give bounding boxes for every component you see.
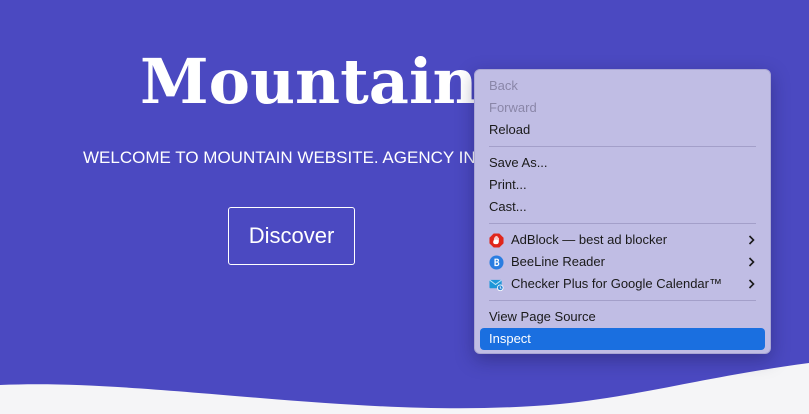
- menu-item-checker-plus[interactable]: Checker Plus for Google Calendar™: [480, 273, 765, 295]
- chevron-right-icon: [748, 251, 755, 273]
- hero-title: Mountain: [140, 45, 478, 118]
- menu-separator: [489, 146, 756, 147]
- chevron-right-icon: [748, 229, 755, 251]
- context-menu: Back Forward Reload Save As... Print... …: [474, 69, 771, 354]
- menu-item-print[interactable]: Print...: [480, 174, 765, 196]
- menu-item-forward-label: Forward: [489, 100, 537, 115]
- menu-item-inspect[interactable]: Inspect: [480, 328, 765, 350]
- calendar-envelope-icon: [489, 279, 504, 291]
- menu-item-checker-plus-label: Checker Plus for Google Calendar™: [511, 276, 722, 291]
- hero-subtitle: WELCOME TO MOUNTAIN WEBSITE. AGENCY IN B…: [83, 148, 516, 167]
- menu-item-save-as-label: Save As...: [489, 155, 548, 170]
- menu-item-adblock[interactable]: AdBlock — best ad blocker: [480, 229, 765, 251]
- menu-item-back[interactable]: Back: [480, 75, 765, 97]
- menu-item-cast-label: Cast...: [489, 199, 527, 214]
- chevron-right-icon: [748, 273, 755, 295]
- menu-item-beeline-reader[interactable]: BeeLine Reader: [480, 251, 765, 273]
- menu-item-reload-label: Reload: [489, 122, 531, 137]
- menu-item-inspect-label: Inspect: [489, 331, 531, 346]
- menu-item-adblock-label: AdBlock — best ad blocker: [511, 232, 668, 247]
- menu-separator: [489, 223, 756, 224]
- menu-item-forward[interactable]: Forward: [480, 97, 765, 119]
- menu-item-back-label: Back: [489, 78, 518, 93]
- menu-item-print-label: Print...: [489, 177, 527, 192]
- adblock-hand-icon: [489, 232, 504, 248]
- beeline-b-icon: [489, 254, 504, 270]
- menu-item-reload[interactable]: Reload: [480, 119, 765, 141]
- menu-item-view-page-source-label: View Page Source: [489, 309, 596, 324]
- menu-item-save-as[interactable]: Save As...: [480, 152, 765, 174]
- discover-button[interactable]: Discover: [228, 207, 355, 265]
- menu-item-view-page-source[interactable]: View Page Source: [480, 306, 765, 328]
- menu-item-beeline-label: BeeLine Reader: [511, 254, 605, 269]
- menu-item-cast[interactable]: Cast...: [480, 196, 765, 218]
- menu-separator: [489, 300, 756, 301]
